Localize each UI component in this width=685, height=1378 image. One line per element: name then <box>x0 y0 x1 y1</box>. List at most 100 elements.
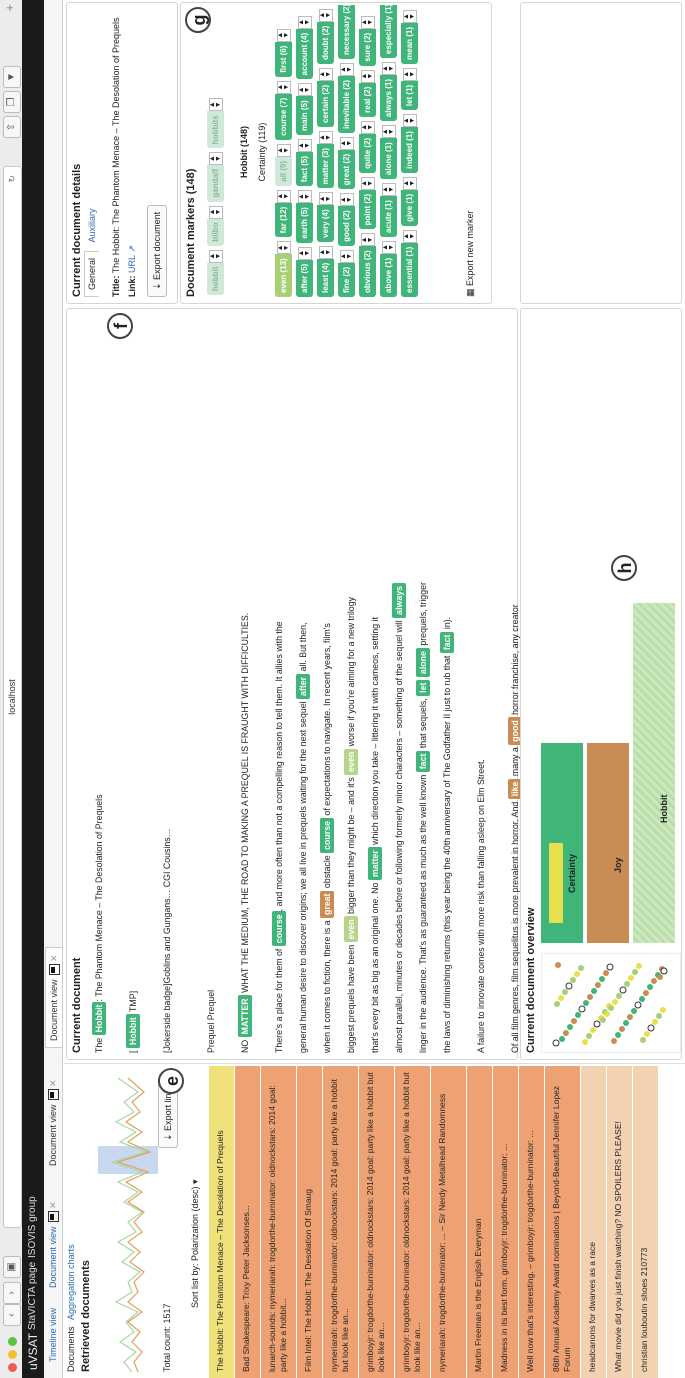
marker-chip[interactable]: great (2)▲ ▼ <box>338 136 355 190</box>
sidebar-toggle-icon[interactable]: ▣ <box>3 1256 21 1278</box>
subnav-aggregation-charts[interactable]: Aggregation charts <box>66 1244 76 1320</box>
document-list-item[interactable]: grimboyjr: trogdorthe-burninator: oldnoc… <box>358 1066 394 1378</box>
marker-stepper-icon[interactable]: ▲ ▼ <box>297 246 312 260</box>
marker-chip[interactable]: above (1)▲ ▼ <box>380 240 397 297</box>
tab-general[interactable]: General <box>84 250 99 297</box>
marker-chip[interactable]: sure (2)▲ ▼ <box>359 15 376 66</box>
marker-chip[interactable]: doubt (2)▲ ▼ <box>317 8 334 64</box>
document-list-item[interactable]: headcanons for dwarves as a race <box>580 1066 606 1378</box>
bar-hobbit[interactable]: Hobbit <box>633 603 675 943</box>
marker-stepper-icon[interactable]: ▲ ▼ <box>402 67 417 81</box>
document-list-item[interactable]: Well now that's interesting. – grimboyjr… <box>518 1066 544 1378</box>
marker-highlight[interactable]: fact <box>416 750 430 773</box>
marker-stepper-icon[interactable]: ▲ ▼ <box>381 240 396 254</box>
marker-stepper-icon[interactable]: ▲ ▼ <box>402 176 417 190</box>
marker-highlight[interactable]: great <box>320 890 334 919</box>
marker-chip[interactable]: after (5)▲ ▼ <box>296 246 313 297</box>
marker-chip[interactable]: indeed (1)▲ ▼ <box>401 114 418 173</box>
document-list-item[interactable]: nymeriarah: trogdorthe-burninator: oldno… <box>322 1066 358 1378</box>
marker-stepper-icon[interactable]: ▲ ▼ <box>360 15 375 29</box>
export-marker-button[interactable]: ▦ Export new marker <box>465 210 476 297</box>
marker-stepper-icon[interactable]: ▲ ▼ <box>339 136 354 150</box>
marker-stepper-icon[interactable]: ▲ ▼ <box>318 192 333 206</box>
back-icon[interactable]: ‹ <box>3 1304 21 1326</box>
marker-chip[interactable]: account (4)▲ ▼ <box>296 15 313 80</box>
marker-stepper-icon[interactable]: ▲ ▼ <box>360 120 375 134</box>
marker-chip[interactable]: even (13)▲ ▼ <box>275 241 292 297</box>
document-list-item[interactable]: nymeriarah: trogdorthe-burninator: ... –… <box>430 1066 466 1378</box>
marker-stepper-icon[interactable]: ▲ ▼ <box>360 176 375 190</box>
marker-chip[interactable]: far (12)▲ ▼ <box>275 189 292 238</box>
bar-certainty[interactable]: Certainty <box>541 743 583 943</box>
marker-chip[interactable]: especially (1)▲▼ <box>380 5 397 59</box>
document-list-item[interactable]: Bad Shakespeare: Trixy Peter Jacksonses.… <box>234 1066 260 1378</box>
tab-document-view-3[interactable]: Document view ✕ <box>45 947 62 1048</box>
marker-chip[interactable]: give (1)▲ ▼ <box>401 176 418 226</box>
marker-stepper-icon[interactable]: ▲ ▼ <box>402 229 417 243</box>
close-tab-icon[interactable]: ✕ <box>49 954 59 962</box>
marker-stepper-icon[interactable]: ▲ ▼ <box>276 143 291 157</box>
marker-highlight[interactable]: matter <box>368 847 382 881</box>
marker-chip[interactable]: acute (1)▲ ▼ <box>380 183 397 237</box>
marker-highlight[interactable]: Hobbit <box>126 1014 140 1049</box>
marker-chip[interactable]: hobbit▲ ▼ <box>207 249 224 295</box>
marker-chip[interactable]: gandalf▲ ▼ <box>207 152 224 202</box>
marker-chip[interactable]: obvious (2)▲ ▼ <box>359 233 376 297</box>
marker-chip[interactable]: bilbo▲ ▼ <box>207 205 224 246</box>
tab-document-view-2[interactable]: Document view ✕ <box>45 1073 61 1172</box>
marker-stepper-icon[interactable]: ▲ ▼ <box>276 28 291 42</box>
marker-stepper-icon[interactable]: ▲ ▼ <box>297 83 312 97</box>
marker-stepper-icon[interactable]: ▲ ▼ <box>297 190 312 204</box>
document-list-item[interactable]: 86th Annual Academy Award nominations | … <box>544 1066 580 1378</box>
marker-chip[interactable]: necessary (2)▲▼ <box>338 5 355 59</box>
selection-brush[interactable] <box>98 1146 158 1174</box>
sort-dropdown[interactable]: Sort list by: Polarization (desc) ▾ <box>190 1179 201 1308</box>
marker-highlight[interactable]: course <box>272 911 286 947</box>
marker-chip[interactable]: always (1)▲ ▼ <box>380 62 397 122</box>
marker-chip[interactable]: matter (3)▲ ▼ <box>317 131 334 189</box>
document-list-item[interactable]: The Hobbit: The Phantom Menace – The Des… <box>208 1066 234 1378</box>
marker-highlight[interactable]: Hobbit <box>92 1001 106 1036</box>
marker-stepper-icon[interactable]: ▲ ▼ <box>208 249 223 263</box>
marker-highlight[interactable]: MATTER <box>238 995 252 1038</box>
marker-stepper-icon[interactable]: ▲ ▼ <box>297 139 312 152</box>
marker-stepper-icon[interactable]: ▲ ▼ <box>402 10 417 23</box>
close-tab-icon[interactable]: ✕ <box>48 1201 58 1209</box>
tab-auxiliary[interactable]: Auxiliary <box>85 202 99 248</box>
marker-highlight[interactable]: after <box>296 673 310 699</box>
marker-highlight[interactable]: even <box>344 748 358 775</box>
zoom-window-icon[interactable] <box>8 1337 17 1346</box>
export-document-button[interactable]: ⇣ Export document <box>147 204 167 297</box>
marker-highlight[interactable]: fact <box>440 631 454 654</box>
marker-stepper-icon[interactable]: ▲ ▼ <box>339 249 354 263</box>
document-list-item[interactable]: Film Intel: The Hobbit: The Desolation O… <box>296 1066 322 1378</box>
marker-highlight[interactable]: always <box>392 582 406 618</box>
marker-chip[interactable]: alone (1)▲ ▼ <box>380 125 397 180</box>
marker-stepper-icon[interactable]: ▲ ▼ <box>381 125 396 139</box>
marker-stepper-icon[interactable]: ▲ ▼ <box>381 183 396 197</box>
share-icon[interactable]: ⇧ <box>3 116 21 138</box>
marker-chip[interactable]: least (4)▲ ▼ <box>317 245 334 297</box>
document-list-item[interactable]: What movie did you just finish watching?… <box>606 1066 632 1378</box>
marker-highlight[interactable]: even <box>344 916 358 943</box>
marker-stepper-icon[interactable]: ▲ ▼ <box>381 62 396 75</box>
marker-chip[interactable]: course (7)▲ ▼ <box>275 80 292 140</box>
marker-stepper-icon[interactable]: ▲ ▼ <box>339 193 354 207</box>
marker-chip[interactable]: hobbits▲ ▼ <box>207 98 224 149</box>
url-bar[interactable]: localhost ↻ <box>3 166 22 1228</box>
marker-stepper-icon[interactable]: ▲ ▼ <box>208 152 223 166</box>
marker-highlight[interactable]: course <box>320 818 334 853</box>
overview-scatter[interactable] <box>541 953 681 1053</box>
marker-stepper-icon[interactable]: ▲ ▼ <box>208 205 223 219</box>
marker-stepper-icon[interactable]: ▲ ▼ <box>276 80 291 94</box>
url-link[interactable]: URL <box>127 255 137 273</box>
marker-chip[interactable]: point (2)▲ ▼ <box>359 176 376 230</box>
marker-chip[interactable]: mean (1)▲ ▼ <box>401 10 418 64</box>
marker-stepper-icon[interactable]: ▲ ▼ <box>208 98 223 112</box>
marker-stepper-icon[interactable]: ▲ ▼ <box>276 241 291 255</box>
marker-chip[interactable]: fine (2)▲ ▼ <box>338 249 355 297</box>
marker-stepper-icon[interactable]: ▲ ▼ <box>297 15 312 29</box>
marker-chip[interactable]: first (6)▲ ▼ <box>275 28 292 77</box>
marker-stepper-icon[interactable]: ▲ ▼ <box>318 8 333 22</box>
marker-stepper-icon[interactable]: ▲ ▼ <box>360 233 375 247</box>
